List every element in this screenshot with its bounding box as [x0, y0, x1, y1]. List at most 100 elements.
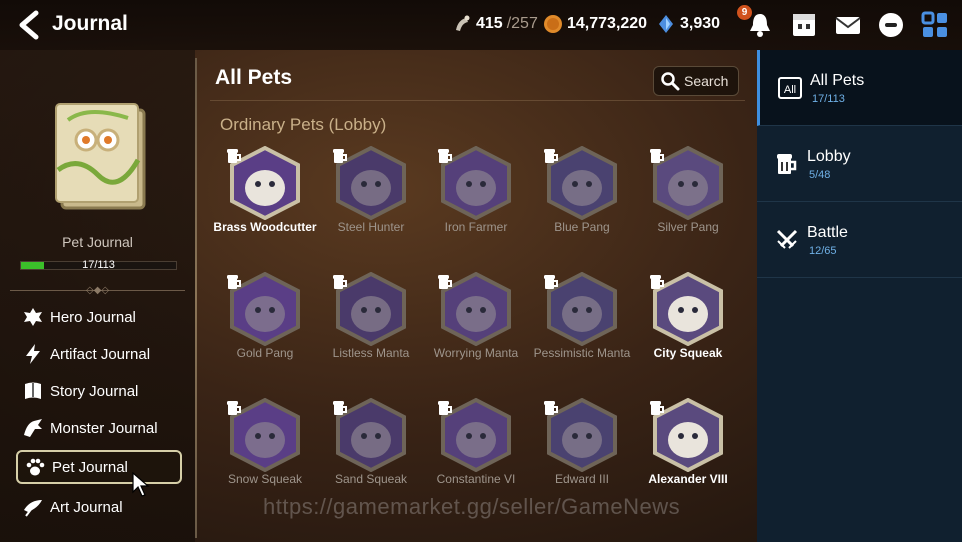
category-battle[interactable]: Battle 12/65: [757, 202, 962, 278]
category-name: Lobby: [807, 148, 851, 165]
section-title: Ordinary Pets (Lobby): [220, 115, 387, 134]
pet-name: Constantine VI: [436, 472, 516, 486]
watermark: https://gamemarket.gg/seller/GameNews: [263, 494, 681, 519]
lobby-mug-icon: [650, 149, 664, 163]
category-count: 5/48: [809, 169, 831, 181]
all-icon: All: [778, 77, 802, 99]
pet-card[interactable]: Silver Pang: [635, 146, 741, 266]
pet-name: Steel Hunter: [337, 220, 405, 234]
search-icon: [661, 72, 680, 91]
gold-icon: [544, 15, 562, 33]
mouse-cursor-icon: [132, 472, 150, 497]
lobby-mug-icon: [650, 401, 664, 415]
sidebar: Pet Journal 17/113 ◇◆◇ Hero Journal Arti…: [0, 50, 195, 542]
divider-ornament: ◇◆◇: [86, 285, 110, 296]
pet-card[interactable]: City Squeak: [635, 272, 741, 392]
pet-name: Gold Pang: [236, 346, 294, 360]
sidebar-item-monster-journal[interactable]: Monster Journal: [16, 411, 182, 445]
sidebar-item-label: Hero Journal: [50, 308, 136, 326]
category-count: 12/65: [809, 245, 837, 257]
lobby-mug-icon: [544, 149, 558, 163]
menu-grid-icon[interactable]: [920, 10, 950, 40]
gold-value: 14,773,220: [567, 15, 648, 32]
sidebar-item-pet-journal[interactable]: Pet Journal: [16, 450, 182, 484]
pet-card[interactable]: Iron Farmer: [423, 146, 529, 266]
skystone-counter: 3,930: [656, 14, 720, 34]
pet-name: City Squeak: [653, 346, 723, 360]
search-label: Search: [684, 73, 729, 89]
lobby-mug-icon: [438, 275, 452, 289]
journal-progress-text: 17/113: [82, 259, 115, 271]
pet-name: Brass Woodcutter: [213, 220, 317, 234]
stamina-counter: 415/257: [452, 14, 538, 34]
main-title: All Pets: [215, 66, 293, 89]
skystone-value: 3,930: [680, 15, 721, 32]
pet-name: Alexander VIII: [648, 472, 728, 486]
pet-name: Silver Pang: [657, 220, 719, 234]
lobby-mug-icon: [333, 149, 347, 163]
pet-name: Listless Manta: [332, 346, 410, 360]
svg-text:All: All: [784, 84, 796, 96]
category-name: All Pets: [810, 72, 865, 89]
sidebar-item-label: Monster Journal: [50, 419, 158, 437]
page-title: Journal: [52, 12, 128, 35]
lobby-mug-icon: [227, 149, 241, 163]
pet-card[interactable]: Listless Manta: [318, 272, 424, 392]
lobby-mug-icon: [438, 401, 452, 415]
lobby-mug-icon: [650, 275, 664, 289]
pet-card[interactable]: Gold Pang: [212, 272, 318, 392]
lobby-mug-icon: [333, 401, 347, 415]
title-underline: [210, 100, 745, 101]
stamina-max: /257: [506, 15, 538, 32]
pet-journal-book-icon: [55, 103, 146, 210]
pet-name: Edward III: [554, 472, 610, 486]
sidebar-item-story-journal[interactable]: Story Journal: [16, 374, 182, 408]
sidebar-item-label: Art Journal: [50, 498, 123, 516]
lobby-mug-icon: [544, 275, 558, 289]
chat-icon[interactable]: [876, 10, 906, 40]
story-icon: [25, 382, 41, 399]
gold-counter: 14,773,220: [543, 14, 647, 34]
category-lobby[interactable]: Lobby 5/48: [757, 126, 962, 202]
sidebar-item-label: Artifact Journal: [50, 345, 151, 363]
battle-swords-icon: [776, 229, 798, 249]
panel-divider: [195, 58, 197, 538]
sidebar-item-label: Story Journal: [50, 382, 139, 400]
pet-name: Iron Farmer: [444, 220, 508, 234]
lobby-mug-icon: [438, 149, 452, 163]
hero-icon: [24, 308, 42, 326]
stamina-icon: [456, 15, 470, 31]
pet-card[interactable]: Brass Woodcutter: [212, 146, 318, 266]
pet-name: Worrying Manta: [433, 346, 519, 360]
lobby-mug-icon: [777, 154, 797, 174]
lobby-mug-icon: [333, 275, 347, 289]
sidebar-item-label: Pet Journal: [52, 458, 128, 476]
paw-icon: [26, 458, 45, 476]
lobby-mug-icon: [227, 401, 241, 415]
pet-card[interactable]: Steel Hunter: [318, 146, 424, 266]
back-arrow-icon[interactable]: [14, 10, 42, 40]
pet-name: Sand Squeak: [334, 472, 408, 486]
category-all-pets[interactable]: All All Pets 17/113: [757, 50, 962, 126]
category-panel: All All Pets 17/113 Lobby 5/48 Battle 12…: [757, 50, 962, 542]
skystone-icon: [659, 15, 673, 33]
shop-icon[interactable]: [789, 10, 819, 40]
category-count: 17/113: [812, 93, 845, 105]
search-button[interactable]: Search: [653, 66, 739, 96]
lobby-mug-icon: [227, 275, 241, 289]
pet-card[interactable]: Pessimistic Manta: [529, 272, 635, 392]
stamina-value: 415: [476, 15, 503, 32]
monster-icon: [24, 419, 42, 437]
pet-name: Pessimistic Manta: [533, 346, 631, 360]
art-icon: [24, 500, 42, 517]
mail-icon[interactable]: [833, 10, 863, 40]
sidebar-item-art-journal[interactable]: Art Journal: [16, 490, 182, 524]
category-name: Battle: [807, 224, 848, 241]
pet-name: Snow Squeak: [227, 472, 303, 486]
sidebar-item-hero-journal[interactable]: Hero Journal: [16, 300, 182, 334]
pet-card[interactable]: Blue Pang: [529, 146, 635, 266]
lobby-mug-icon: [544, 401, 558, 415]
pet-card[interactable]: Worrying Manta: [423, 272, 529, 392]
artifact-icon: [26, 344, 40, 364]
sidebar-item-artifact-journal[interactable]: Artifact Journal: [16, 337, 182, 371]
